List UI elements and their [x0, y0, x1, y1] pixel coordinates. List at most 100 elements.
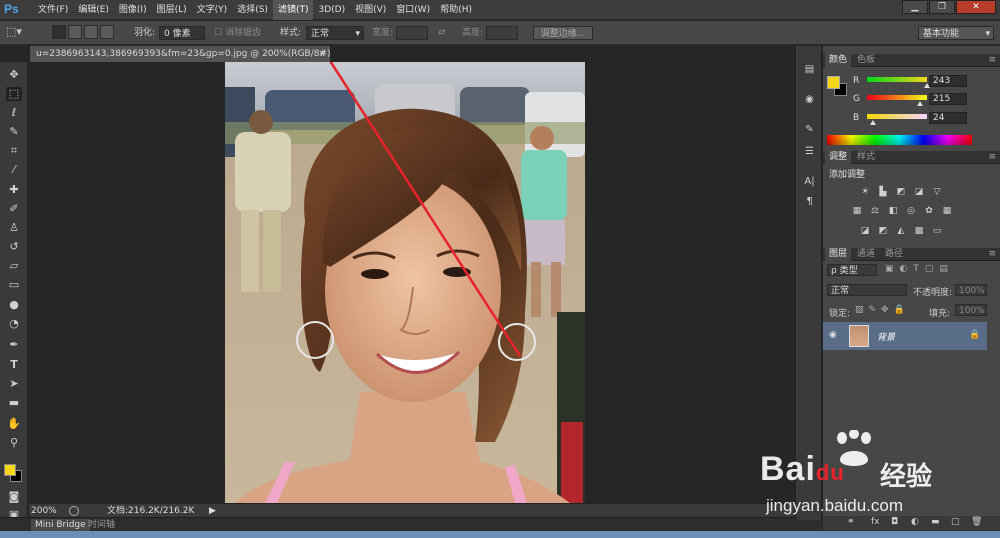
path-selection-tool-icon[interactable]: ➤ — [6, 377, 22, 391]
crop-tool-icon[interactable]: ⌗ — [6, 144, 22, 158]
black-white-icon[interactable]: ◧ — [887, 206, 899, 216]
rectangle-tool-icon[interactable]: ▬ — [6, 396, 22, 410]
status-menu-arrow-icon[interactable]: ▶ — [209, 505, 216, 517]
lasso-tool-icon[interactable]: ℓ — [6, 106, 22, 120]
new-selection-icon[interactable] — [52, 25, 66, 39]
gradient-map-icon[interactable]: ▭ — [931, 226, 943, 236]
color-panel-foreground-swatch[interactable] — [827, 76, 840, 89]
panel-menu-icon[interactable]: ≡ — [988, 248, 996, 261]
photo-filter-icon[interactable]: ◎ — [905, 206, 917, 216]
hue-saturation-icon[interactable]: ▦ — [851, 206, 863, 216]
document-tab[interactable]: u=2386963143,386969393&fm=23&gp=0.jpg @ … — [30, 46, 330, 62]
menu-item-8[interactable]: 视图(V) — [350, 0, 391, 20]
menu-item-10[interactable]: 帮助(H) — [435, 0, 477, 20]
pen-tool-icon[interactable]: ✒ — [6, 338, 22, 352]
tab-paths[interactable]: 路径 — [881, 248, 907, 261]
character-panel-icon[interactable]: A| — [802, 176, 817, 188]
menu-item-6[interactable]: 滤镜(T) — [272, 0, 314, 20]
clone-stamp-tool-icon[interactable]: ♙ — [6, 221, 22, 235]
properties-panel-icon[interactable]: ◉ — [802, 94, 817, 106]
panel-menu-icon[interactable]: ≡ — [988, 54, 996, 67]
feather-input[interactable]: 0 像素 — [159, 26, 205, 40]
tab-mini-bridge[interactable]: Mini Bridge — [31, 519, 90, 531]
color-balance-icon[interactable]: ⚖ — [869, 206, 881, 216]
subtract-selection-icon[interactable] — [84, 25, 98, 39]
hand-tool-icon[interactable]: ✋ — [6, 417, 22, 431]
layer-name[interactable]: 背景 — [877, 330, 895, 343]
menu-item-7[interactable]: 3D(D) — [313, 0, 350, 20]
menu-item-9[interactable]: 窗口(W) — [391, 0, 435, 20]
quick-selection-tool-icon[interactable]: ✎ — [6, 125, 22, 139]
gradient-tool-icon[interactable]: ▭ — [6, 278, 22, 292]
style-select[interactable]: 正常 ▾ — [306, 26, 364, 40]
menu-item-1[interactable]: 编辑(E) — [73, 0, 114, 20]
blend-mode-select[interactable]: 正常 — [827, 284, 907, 296]
menu-item-5[interactable]: 选择(S) — [232, 0, 273, 20]
foreground-color-swatch[interactable] — [4, 464, 16, 476]
levels-icon[interactable]: ▙ — [877, 187, 889, 197]
paragraph-panel-icon[interactable]: ¶ — [802, 196, 817, 208]
tab-layers[interactable]: 图层 — [825, 248, 852, 261]
panel-menu-icon[interactable]: ≡ — [988, 151, 996, 164]
menu-item-0[interactable]: 文件(F) — [33, 0, 73, 20]
color-spectrum[interactable] — [827, 135, 972, 145]
layer-kind-filter[interactable]: ρ 类型 — [827, 264, 877, 276]
height-input[interactable] — [486, 26, 518, 40]
status-info-icon[interactable] — [69, 506, 79, 516]
b-slider-thumb[interactable] — [870, 120, 876, 125]
layer-filter-icons[interactable]: ▣◐T▢▤ — [885, 264, 954, 274]
antialias-checkbox[interactable]: ☐ 消除锯齿 — [214, 26, 261, 40]
canvas-area[interactable] — [29, 62, 794, 503]
marquee-tool-preset-icon[interactable]: ⬚▾ — [6, 25, 22, 39]
type-tool-icon[interactable]: T — [6, 358, 22, 372]
workspace-select[interactable]: 基本功能 ▾ — [918, 26, 994, 40]
tab-styles[interactable]: 样式 — [853, 151, 879, 164]
swap-icon[interactable]: ⇄ — [438, 26, 446, 40]
healing-brush-tool-icon[interactable]: ✚ — [6, 183, 22, 197]
close-tab-icon[interactable]: × — [318, 46, 326, 62]
fill-input[interactable]: 100% — [955, 304, 987, 316]
b-slider[interactable] — [867, 114, 927, 119]
zoom-level[interactable]: 200% — [31, 505, 65, 517]
brush-tool-icon[interactable]: ✐ — [6, 202, 22, 216]
tab-swatches[interactable]: 色板 — [853, 54, 879, 67]
add-selection-icon[interactable] — [68, 25, 82, 39]
posterize-icon[interactable]: ◩ — [877, 226, 889, 236]
r-slider[interactable] — [867, 77, 927, 82]
tab-channels[interactable]: 通道 — [853, 248, 879, 261]
eye-icon[interactable]: ◉ — [829, 330, 837, 340]
r-value[interactable]: 243 — [929, 75, 967, 87]
history-panel-icon[interactable]: ▤ — [802, 64, 817, 76]
blur-tool-icon[interactable]: ● — [6, 298, 22, 312]
exposure-icon[interactable]: ◪ — [913, 187, 925, 197]
menu-item-3[interactable]: 图层(L) — [152, 0, 192, 20]
threshold-icon[interactable]: ◭ — [895, 226, 907, 236]
tab-color[interactable]: 颜色 — [825, 54, 852, 67]
dodge-tool-icon[interactable]: ◔ — [6, 317, 22, 331]
tab-adjustments[interactable]: 调整 — [825, 151, 852, 164]
brush-panel-icon[interactable]: ✎ — [802, 124, 817, 136]
move-tool-icon[interactable]: ✥ — [6, 68, 22, 82]
zoom-tool-icon[interactable]: ⚲ — [6, 436, 22, 450]
intersect-selection-icon[interactable] — [100, 25, 114, 39]
refine-edge-button[interactable]: 调整边缘... — [533, 26, 593, 40]
menu-item-4[interactable]: 文字(Y) — [192, 0, 233, 20]
invert-icon[interactable]: ◪ — [859, 226, 871, 236]
opacity-input[interactable]: 100% — [955, 284, 987, 296]
brush-presets-panel-icon[interactable]: ☰ — [802, 146, 817, 158]
restore-button[interactable]: ❐ — [929, 0, 955, 14]
g-value[interactable]: 215 — [929, 93, 967, 105]
layer-row-background[interactable]: ◉ 背景 🔒 — [823, 322, 987, 350]
history-brush-tool-icon[interactable]: ↺ — [6, 240, 22, 254]
eraser-tool-icon[interactable]: ▱ — [6, 259, 22, 273]
curves-icon[interactable]: ◩ — [895, 187, 907, 197]
vibrance-icon[interactable]: ▽ — [931, 187, 943, 197]
color-lookup-icon[interactable]: ▦ — [941, 206, 953, 216]
selective-color-icon[interactable]: ▩ — [913, 226, 925, 236]
g-slider-thumb[interactable] — [917, 101, 923, 106]
brightness-contrast-icon[interactable]: ☀ — [859, 187, 871, 197]
width-input[interactable] — [396, 26, 428, 40]
menu-item-2[interactable]: 图像(I) — [114, 0, 152, 20]
minimize-button[interactable]: ▁ — [902, 0, 928, 14]
rectangular-marquee-tool-icon[interactable]: ⬚ — [6, 87, 22, 101]
